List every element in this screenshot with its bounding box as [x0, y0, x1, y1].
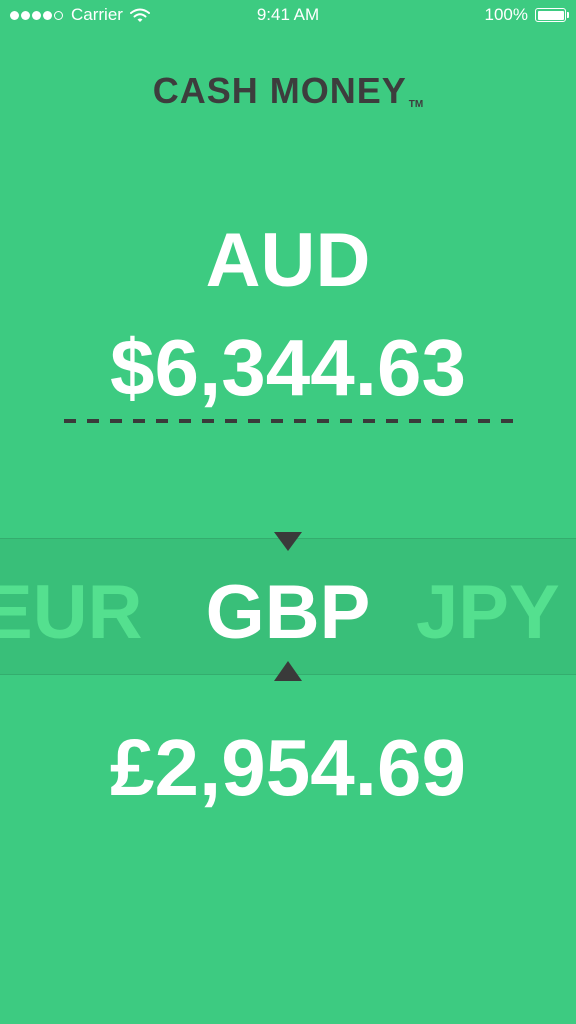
amount-input-underline [64, 419, 516, 423]
source-amount-input[interactable]: $6,344.63 [0, 322, 576, 414]
source-currency-code[interactable]: AUD [0, 216, 576, 306]
battery-icon [535, 8, 569, 22]
status-right: 100% [484, 5, 569, 25]
trademark-mark: TM [408, 99, 424, 110]
battery-percent: 100% [484, 5, 528, 24]
battery-tip [567, 12, 569, 18]
battery-fill [537, 10, 564, 20]
status-bar: Carrier 9:41 AM 100% [0, 0, 576, 32]
app-title: CASH MONEY TM [0, 70, 576, 112]
triangle-up-icon [274, 661, 302, 681]
app-title-text: CASH MONEY [152, 70, 407, 111]
triangle-down-icon [274, 532, 302, 551]
picker-option-selected[interactable]: GBP [0, 568, 576, 658]
converted-amount: £2,954.69 [110, 723, 466, 812]
